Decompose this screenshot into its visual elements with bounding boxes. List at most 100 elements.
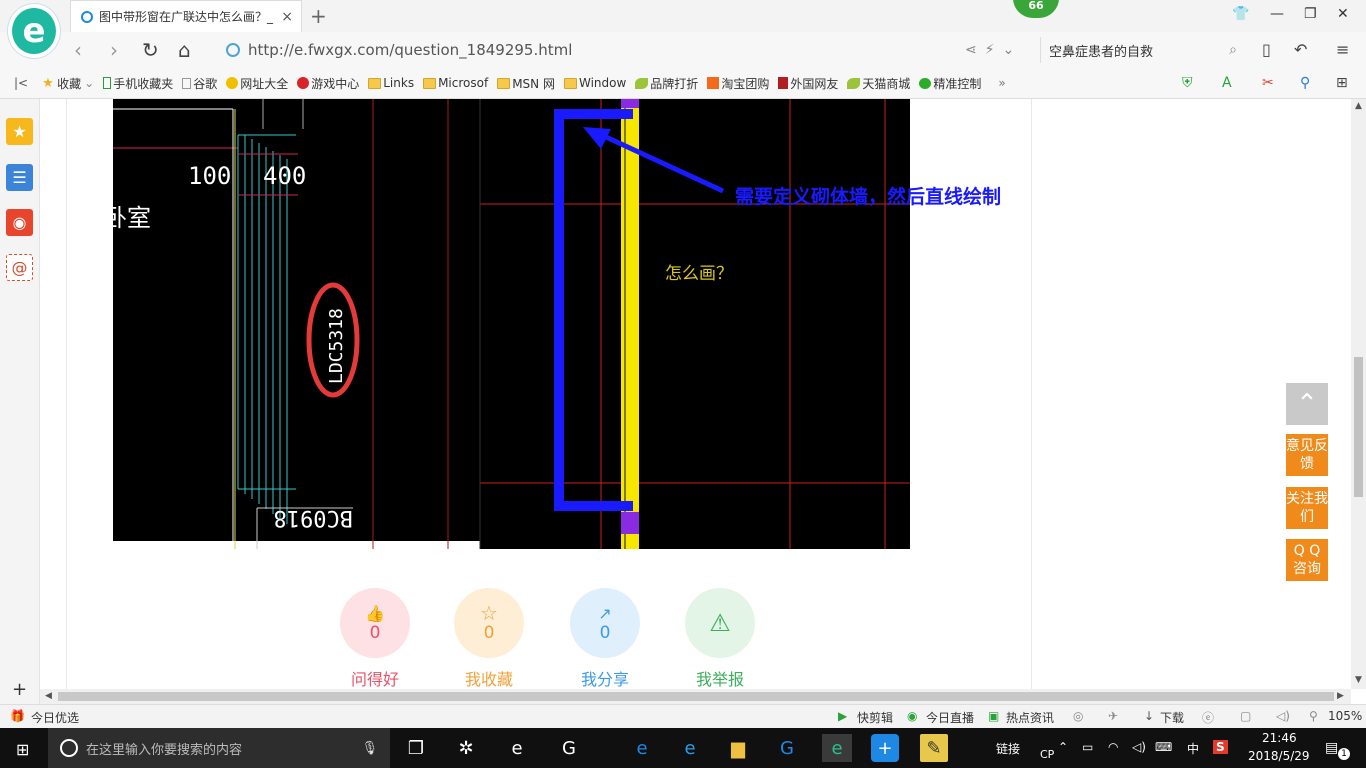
address-bar[interactable]: http://e.fwxgx.com/question_1849295.html (218, 37, 1033, 63)
feedback-button[interactable]: 意见反馈 (1286, 434, 1328, 476)
chevron-up-icon[interactable]: ⌃ (1058, 740, 1068, 754)
email-icon[interactable]: @ (6, 254, 33, 281)
reaction-report[interactable]: ⚠ 我举报 (685, 588, 755, 689)
reaction-circle[interactable]: ☆ 0 (454, 588, 524, 658)
bookmark-item[interactable]: 品牌打折 (635, 75, 698, 92)
bookmark-item[interactable]: 游戏中心 (297, 75, 359, 92)
more-bookmarks-icon[interactable]: » (998, 76, 1005, 90)
today-picks-link[interactable]: 今日优选 (31, 709, 79, 726)
new-tab-button[interactable]: + (310, 4, 327, 28)
search-icon[interactable]: ⚲ (1300, 75, 1310, 91)
zoom-icon[interactable]: ⚲ (1309, 709, 1318, 723)
scroll-down-arrow-icon[interactable]: ▼ (1355, 675, 1362, 685)
reaction-circle[interactable]: ⚠ (685, 588, 755, 658)
bookmark-item[interactable]: Window (563, 76, 626, 90)
cp-indicator[interactable]: CP (1040, 748, 1054, 761)
notes-app-icon[interactable]: ✎ (920, 734, 948, 762)
phone-icon[interactable]: ▯ (1262, 40, 1271, 59)
scroll-left-arrow-icon[interactable]: ◀ (45, 691, 52, 701)
bookmark-item[interactable]: ★ 收藏 ⌄ (42, 75, 94, 92)
app-icon[interactable]: G (555, 734, 583, 762)
task-view-icon[interactable]: ❐ (402, 734, 430, 762)
volume-icon[interactable]: ◁) (1276, 709, 1290, 723)
sogou-icon[interactable]: S (1213, 740, 1228, 754)
file-explorer-icon[interactable]: ▆ (724, 734, 752, 762)
360-browser-icon[interactable]: e (822, 734, 852, 762)
reaction-share[interactable]: ↗ 0 我分享 (570, 588, 640, 689)
restore-icon[interactable]: ❐ (1304, 6, 1317, 22)
skin-icon[interactable]: 👕 (1232, 6, 1249, 22)
vertical-scroll-thumb[interactable] (1354, 357, 1363, 497)
url-text[interactable]: http://e.fwxgx.com/question_1849295.html (248, 41, 572, 59)
search-box[interactable]: 空鼻症患者的自救 ⌕ (1040, 37, 1245, 63)
minimize-icon[interactable]: — (1270, 6, 1284, 22)
reaction-good-question[interactable]: 👍 0 问得好 (340, 588, 410, 689)
download-link[interactable]: 下载 (1160, 709, 1184, 726)
horizontal-scrollbar[interactable]: ◀ ▶ (40, 689, 1351, 704)
bookmark-item[interactable]: Links (368, 76, 414, 90)
tab-close-icon[interactable]: × (281, 9, 293, 25)
notification-icon[interactable]: ▤ (1325, 740, 1338, 756)
refresh-icon[interactable]: ↻ (142, 38, 159, 62)
undo-icon[interactable]: ↶ (1294, 40, 1307, 59)
clock-date[interactable]: 2018/5/29 (1248, 749, 1310, 763)
shield-icon[interactable]: ⛨ (1182, 75, 1193, 91)
bookmark-item[interactable]: 淘宝团购 (707, 75, 769, 92)
qq-consult-button[interactable]: Q Q 咨询 (1286, 539, 1328, 581)
keyboard-icon[interactable]: ⌨ (1155, 740, 1172, 754)
search-icon[interactable]: ⌕ (1229, 42, 1237, 58)
ime-indicator[interactable]: 中 (1187, 740, 1199, 757)
forward-icon[interactable]: › (110, 38, 118, 62)
collapse-sidebar-icon[interactable]: |< (14, 76, 28, 90)
zoom-level[interactable]: 105% (1328, 709, 1362, 723)
favorites-icon[interactable]: ★ (6, 118, 33, 145)
score-badge[interactable]: 66 (1013, 0, 1059, 18)
taskbar-search[interactable]: 在这里输入你要搜索的内容 🎙 (48, 728, 390, 768)
wifi-icon[interactable]: ◠ (1108, 740, 1118, 754)
volume-icon[interactable]: ◁) (1132, 740, 1146, 754)
ie-icon[interactable]: e (676, 734, 704, 762)
ie-mode-icon[interactable]: ⓔ (1202, 709, 1214, 726)
glodon-icon[interactable]: G (773, 734, 801, 762)
scroll-up-arrow-icon[interactable]: ▲ (1355, 101, 1362, 111)
scroll-right-arrow-icon[interactable]: ▶ (1337, 691, 1344, 701)
weibo-icon[interactable]: ◉ (6, 209, 33, 236)
reaction-favorite[interactable]: ☆ 0 我收藏 (454, 588, 524, 689)
windows-start-icon[interactable]: ⊞ (16, 740, 29, 759)
browser-app-icon[interactable]: e (503, 734, 531, 762)
browser-logo-icon[interactable]: e (8, 4, 60, 58)
bookmark-item[interactable]: 网址大全 (226, 75, 288, 92)
translate-icon[interactable]: A (1222, 75, 1232, 91)
menu-icon[interactable]: ≡ (1336, 40, 1349, 59)
back-to-top-button[interactable]: ⌃ (1286, 383, 1328, 425)
bookmark-item[interactable]: 外国网友 (778, 75, 838, 92)
microphone-icon[interactable]: 🎙 (361, 741, 378, 756)
add-icon[interactable]: + (12, 679, 27, 700)
edge-icon[interactable]: e (628, 734, 656, 762)
news-link[interactable]: 热点资讯 (1006, 709, 1054, 726)
bookmark-item[interactable]: 天猫商城 (847, 75, 910, 92)
bookmark-item[interactable]: 手机收藏夹 (103, 75, 173, 92)
address-tools[interactable]: ⋖⚡⌄ (965, 42, 1022, 58)
follow-us-button[interactable]: 关注我们 (1286, 487, 1328, 529)
close-icon[interactable]: ✕ (1337, 6, 1349, 22)
speed-icon[interactable]: ◎ (1073, 709, 1083, 723)
reaction-circle[interactable]: 👍 0 (340, 588, 410, 658)
scissors-icon[interactable]: ✂ (1262, 75, 1274, 91)
reaction-circle[interactable]: ↗ 0 (570, 588, 640, 658)
window-icon[interactable]: ▢ (1240, 709, 1251, 723)
bookmark-item[interactable]: 谷歌 (182, 75, 217, 92)
live-link[interactable]: 今日直播 (926, 709, 974, 726)
link-toolbar[interactable]: 链接 (996, 740, 1020, 757)
news-icon[interactable]: ☰ (6, 164, 33, 191)
vertical-scrollbar[interactable]: ▲ ▼ (1351, 99, 1366, 689)
back-icon[interactable]: ‹ (74, 38, 82, 62)
browser-tab[interactable]: 图中带形窗在广联达中怎么画？_ × (70, 0, 302, 32)
clock-time[interactable]: 21:46 (1262, 731, 1297, 745)
bookmark-item[interactable]: 精准控制 (919, 75, 981, 92)
bookmark-item[interactable]: Microsof (423, 76, 488, 90)
bookmark-item[interactable]: MSN 网 (497, 75, 555, 92)
pinwheel-app-icon[interactable]: ✲ (452, 734, 480, 762)
horizontal-scroll-thumb[interactable] (58, 692, 1334, 701)
plus-app-icon[interactable]: + (871, 734, 899, 762)
